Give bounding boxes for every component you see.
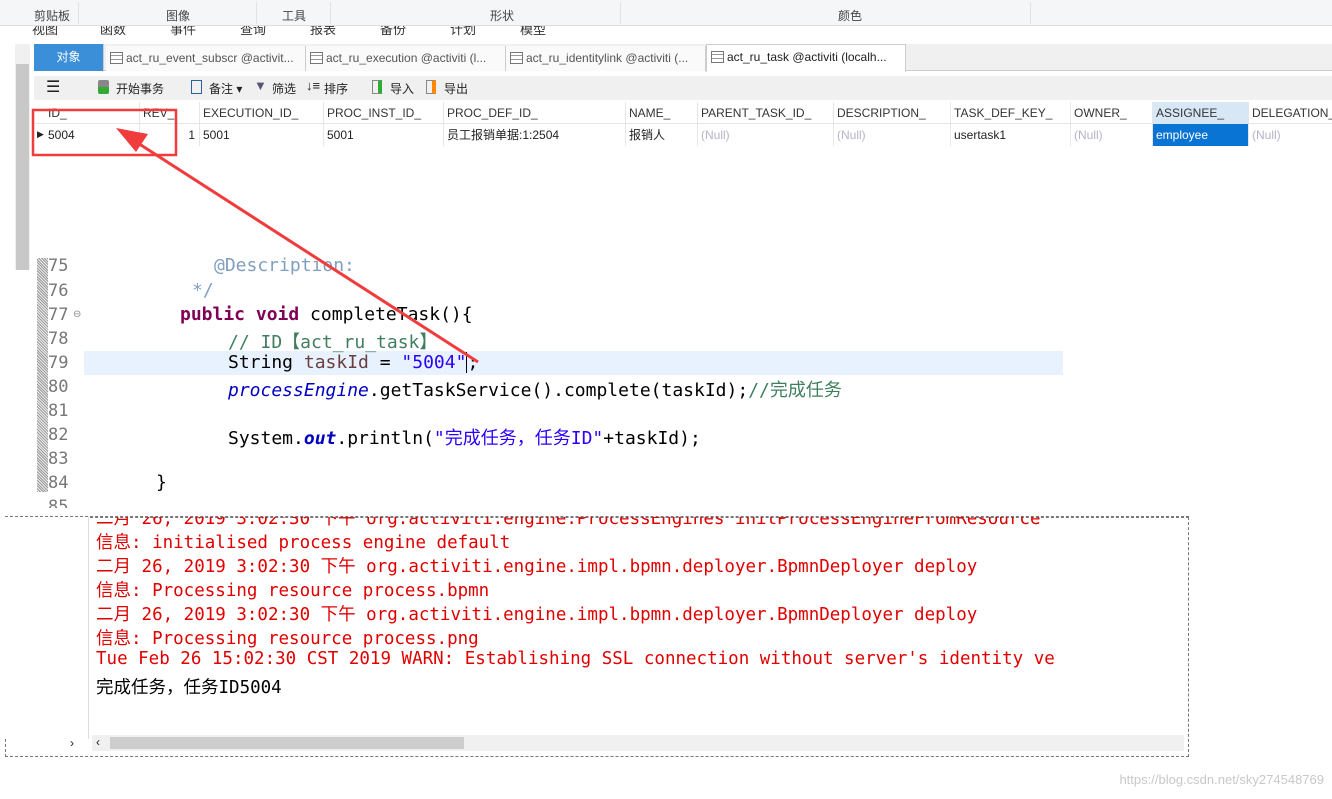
watermark: https://blog.csdn.net/sky274548769 — [1119, 772, 1324, 787]
highlight-box — [31, 108, 178, 157]
annotation-arrow — [129, 136, 479, 364]
arrow-head — [116, 128, 148, 152]
annotation-overlay — [31, 108, 479, 364]
